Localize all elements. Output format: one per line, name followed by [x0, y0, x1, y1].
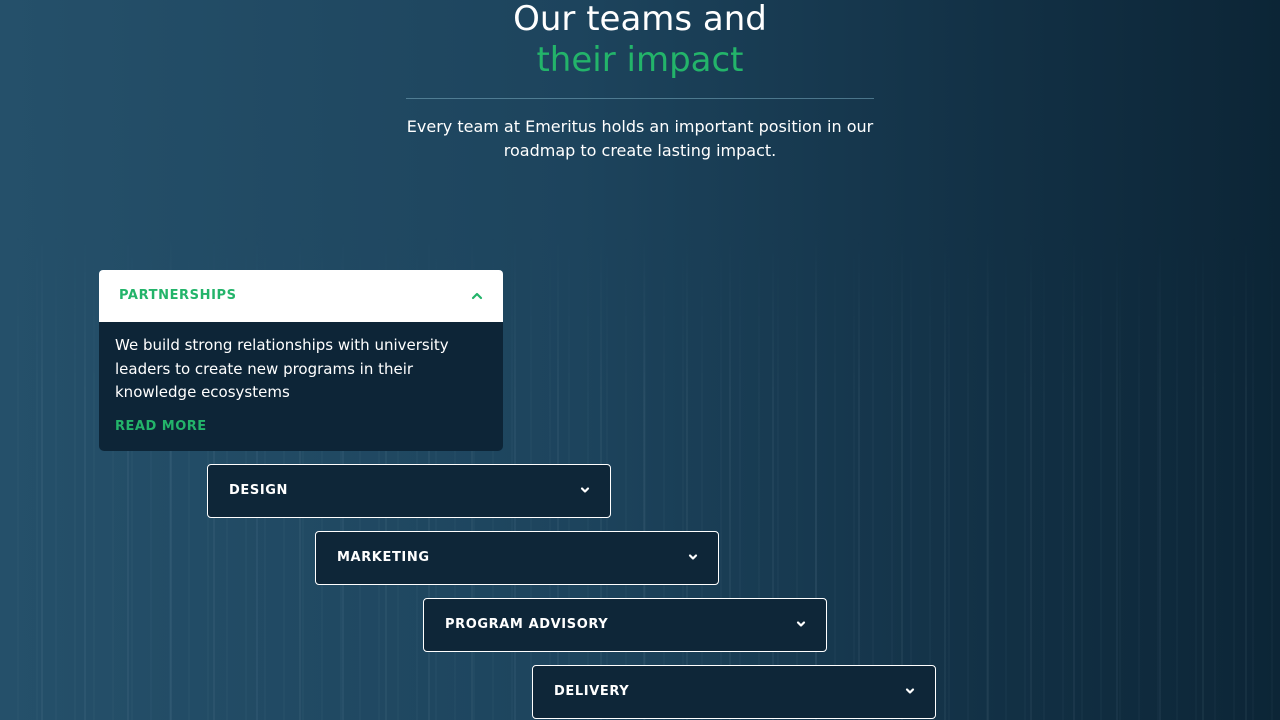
accordion-description: We build strong relationships with unive…	[115, 336, 449, 401]
accordion-label: MARKETING	[337, 550, 430, 565]
section-title-highlight: their impact	[536, 40, 744, 80]
accordion-label: DELIVERY	[554, 684, 630, 699]
chevron-down-icon	[903, 684, 917, 698]
chevron-down-icon	[686, 550, 700, 564]
read-more-link[interactable]: READ MORE	[115, 419, 207, 434]
section-title: Our teams and	[513, 0, 767, 39]
accordion-item-delivery[interactable]: DELIVERY	[532, 665, 936, 719]
chevron-down-icon	[794, 617, 808, 631]
section-intro: Every team at Emeritus holds an importan…	[406, 117, 874, 160]
accordion-item-design[interactable]: DESIGN	[207, 464, 611, 518]
accordion-item-marketing[interactable]: MARKETING	[315, 531, 719, 585]
accordion-item-program-advisory[interactable]: PROGRAM ADVISORY	[423, 598, 827, 652]
accordion-label: PROGRAM ADVISORY	[445, 617, 609, 632]
title-divider	[406, 98, 874, 99]
accordion-panel-partnerships: We build strong relationships with unive…	[99, 322, 503, 451]
chevron-up-icon	[470, 289, 484, 303]
accordion-label: PARTNERSHIPS	[119, 288, 237, 303]
chevron-down-icon	[578, 483, 592, 497]
accordion-label: DESIGN	[229, 483, 289, 498]
accordion-header-partnerships[interactable]: PARTNERSHIPS	[99, 270, 503, 322]
